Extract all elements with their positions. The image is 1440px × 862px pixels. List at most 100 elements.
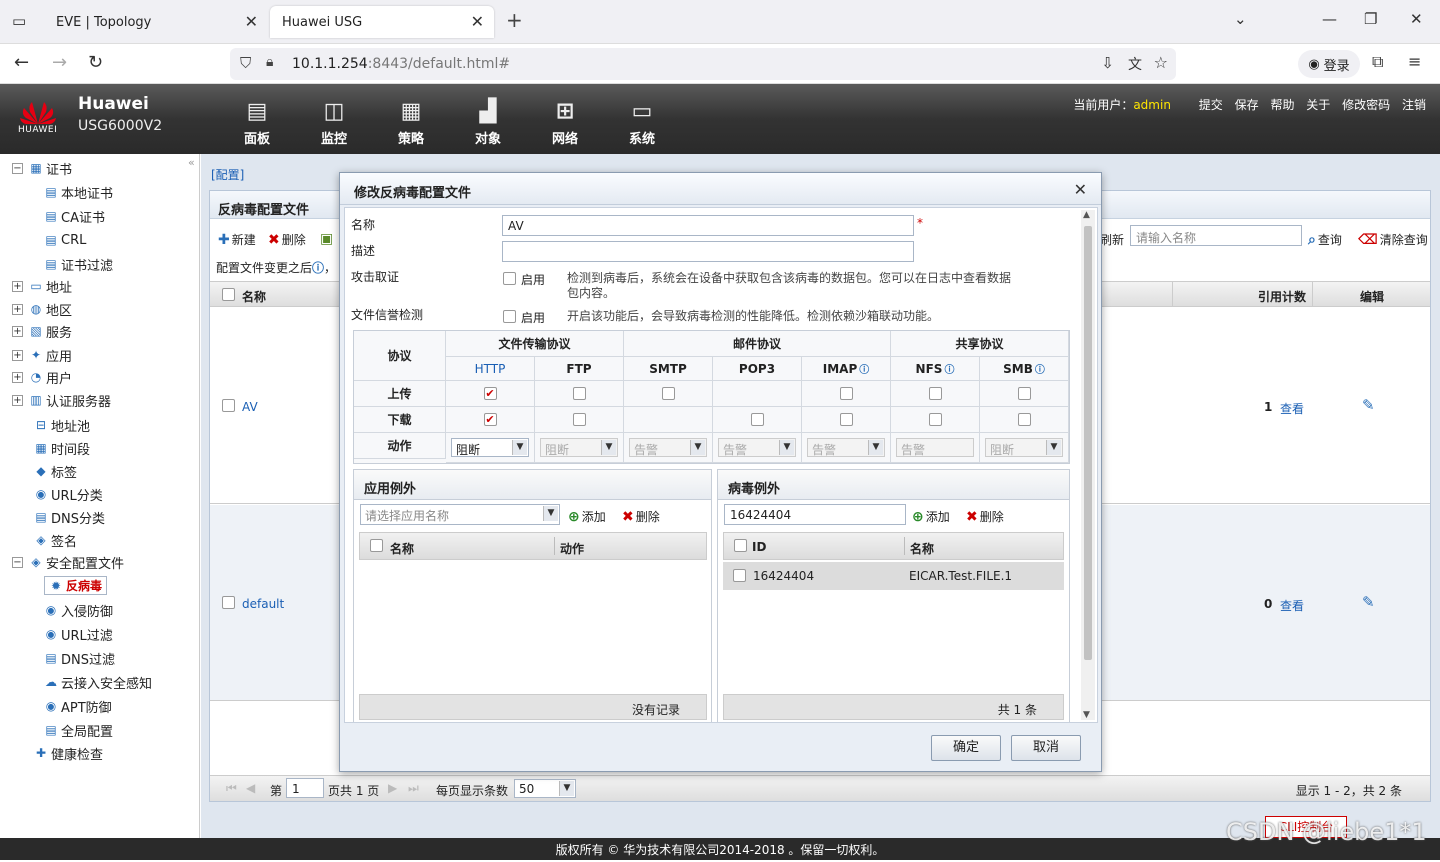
browser-tab-huawei[interactable]: Huawei USG ✕ (270, 6, 494, 38)
row-name[interactable]: AV (242, 400, 258, 414)
tree-item[interactable]: ☁ 云接入安全感知 (44, 672, 152, 692)
download-checkbox[interactable] (839, 413, 853, 426)
help-icon[interactable]: ⓘ (859, 361, 869, 376)
tree-item[interactable]: + ✦ 应用 (12, 345, 72, 365)
action-select[interactable]: 告警 ▼ (629, 438, 707, 457)
collapse-icon[interactable]: « (188, 156, 195, 169)
save-link[interactable]: 保存 (1235, 98, 1259, 112)
about-link[interactable]: 关于 (1306, 98, 1330, 112)
tree-item[interactable]: ▤ 全局配置 (44, 720, 113, 740)
table-row[interactable]: 16424404 EICAR.Test.FILE.1 (723, 562, 1064, 590)
next-page-icon[interactable]: ▶ (388, 781, 397, 795)
action-select[interactable]: 告警 ▼ (718, 438, 796, 457)
tree-item[interactable]: ✚ 健康检查 (34, 743, 103, 763)
edit-icon[interactable]: ✎ (1362, 396, 1375, 414)
back-icon[interactable]: ← (14, 52, 29, 73)
select-all-checkbox[interactable] (222, 288, 235, 301)
tree-item[interactable]: ⊟ 地址池 (34, 415, 90, 435)
help-icon[interactable]: ⓘ (944, 361, 954, 376)
query-button[interactable]: ⌕ 查询 (1308, 231, 1342, 248)
help-link[interactable]: 帮助 (1270, 98, 1294, 112)
delete-button[interactable]: ✖ 删除 (268, 231, 306, 248)
select-all-checkbox[interactable] (734, 539, 747, 552)
breadcrumb[interactable]: [配置] (211, 166, 244, 183)
edit-icon[interactable]: ✎ (1362, 593, 1375, 611)
tree-item[interactable]: − ▦ 证书 (12, 158, 72, 178)
login-button[interactable]: ◉ 登录 (1298, 50, 1360, 78)
action-select[interactable]: 阻断 ▼ (540, 438, 618, 457)
download-checkbox[interactable]: ✔ (483, 413, 497, 426)
search-input[interactable]: 请输入名称 (1130, 225, 1302, 246)
help-icon[interactable]: ⓘ (312, 261, 324, 275)
menu-system[interactable]: ▭ 系统 (612, 100, 672, 148)
tree-item[interactable]: ◆ 标签 (34, 461, 77, 481)
upload-checkbox[interactable] (928, 387, 942, 400)
row-name[interactable]: default (242, 597, 284, 611)
tree-item[interactable]: ▤ CA证书 (44, 206, 105, 226)
copy-button[interactable]: ▣ (320, 231, 335, 247)
app-add-button[interactable]: ⊕ 添加 (568, 508, 606, 525)
download-checkbox[interactable] (1017, 413, 1031, 426)
menu-policy[interactable]: ▦ 策略 (381, 100, 441, 148)
chevron-down-icon[interactable]: ⌄ (1234, 10, 1247, 28)
window-close-icon[interactable]: ✕ (1410, 10, 1423, 28)
logout-link[interactable]: 注销 (1402, 98, 1426, 112)
tree-item[interactable]: ▤ 本地证书 (44, 182, 113, 202)
browser-tab-eve[interactable]: EVE | Topology ✕ (44, 6, 268, 38)
row-view-link[interactable]: 查看 (1280, 597, 1304, 614)
expand-icon[interactable]: + (12, 280, 23, 292)
expand-icon[interactable]: + (12, 371, 23, 383)
app-select[interactable]: 请选择应用名称 ▼ (360, 504, 560, 525)
row-checkbox[interactable] (222, 596, 235, 609)
menu-network[interactable]: ⊞ 网络 (535, 100, 595, 148)
first-page-icon[interactable]: ⏮ (226, 781, 237, 796)
cancel-button[interactable]: 取消 (1011, 735, 1081, 761)
change-password-link[interactable]: 修改密码 (1342, 98, 1390, 112)
menu-icon[interactable]: ≡ (1408, 52, 1421, 71)
select-all-checkbox[interactable] (370, 539, 383, 552)
evidence-checkbox[interactable] (503, 272, 516, 285)
upload-checkbox[interactable] (839, 387, 853, 400)
restore-icon[interactable]: ❐ (1364, 10, 1377, 28)
prev-page-icon[interactable]: ◀ (246, 781, 255, 795)
virus-id-input[interactable]: 16424404 (724, 504, 906, 525)
star-icon[interactable]: ☆ (1154, 53, 1168, 72)
expand-icon[interactable]: + (12, 325, 23, 337)
tree-item[interactable]: − ◈ 安全配置文件 (12, 552, 124, 572)
menu-object[interactable]: ▟ 对象 (458, 100, 518, 148)
expand-icon[interactable]: + (12, 349, 23, 361)
tab-list-icon[interactable]: ▭ (12, 12, 26, 30)
install-icon[interactable]: ⇩ (1101, 54, 1114, 72)
scroll-up-icon[interactable]: ▲ (1083, 210, 1090, 220)
forward-icon[interactable]: → (52, 52, 67, 73)
reputation-checkbox[interactable] (503, 310, 516, 323)
expand-icon[interactable]: + (12, 303, 23, 315)
tree-item[interactable]: ◉ APT防御 (44, 696, 112, 716)
download-checkbox[interactable] (572, 413, 586, 426)
tree-item[interactable]: ◉ URL过滤 (44, 624, 113, 644)
close-icon[interactable]: ✕ (245, 12, 258, 31)
tree-item[interactable]: ◉ URL分类 (34, 484, 103, 504)
upload-checkbox[interactable] (572, 387, 586, 400)
tree-item[interactable]: ◉ 入侵防御 (44, 600, 113, 620)
action-select[interactable]: 阻断 ▼ (985, 438, 1063, 457)
upload-checkbox[interactable] (661, 387, 675, 400)
tree-item[interactable]: ▤ DNS分类 (34, 507, 105, 527)
desc-input[interactable] (502, 241, 914, 262)
last-page-icon[interactable]: ⏭ (408, 781, 419, 796)
collapse-icon[interactable]: − (12, 556, 23, 568)
action-select[interactable]: 阻断 ▼ (451, 438, 529, 457)
new-tab-icon[interactable]: + (506, 8, 523, 32)
download-checkbox[interactable] (928, 413, 942, 426)
virus-delete-button[interactable]: ✖ 删除 (966, 508, 1004, 525)
close-icon[interactable]: ✕ (1074, 180, 1087, 199)
new-button[interactable]: ✚ 新建 (218, 231, 256, 248)
tree-item[interactable]: + ◔ 用户 (12, 367, 72, 387)
per-page-select[interactable]: 50 ▼ (514, 779, 576, 798)
tree-item[interactable]: ▤ 证书过滤 (44, 254, 113, 274)
action-select[interactable]: 告警 ▼ (807, 438, 885, 457)
tree-item[interactable]: + ◍ 地区 (12, 299, 72, 319)
dialog-scrollbar[interactable]: ▲ ▼ (1081, 210, 1095, 720)
tree-item[interactable]: + ▥ 认证服务器 (12, 390, 111, 410)
url-field[interactable]: ⛉ 🔒︎ 10.1.1.254:8443/default.html# ⇩ 文 ☆ (230, 48, 1176, 80)
